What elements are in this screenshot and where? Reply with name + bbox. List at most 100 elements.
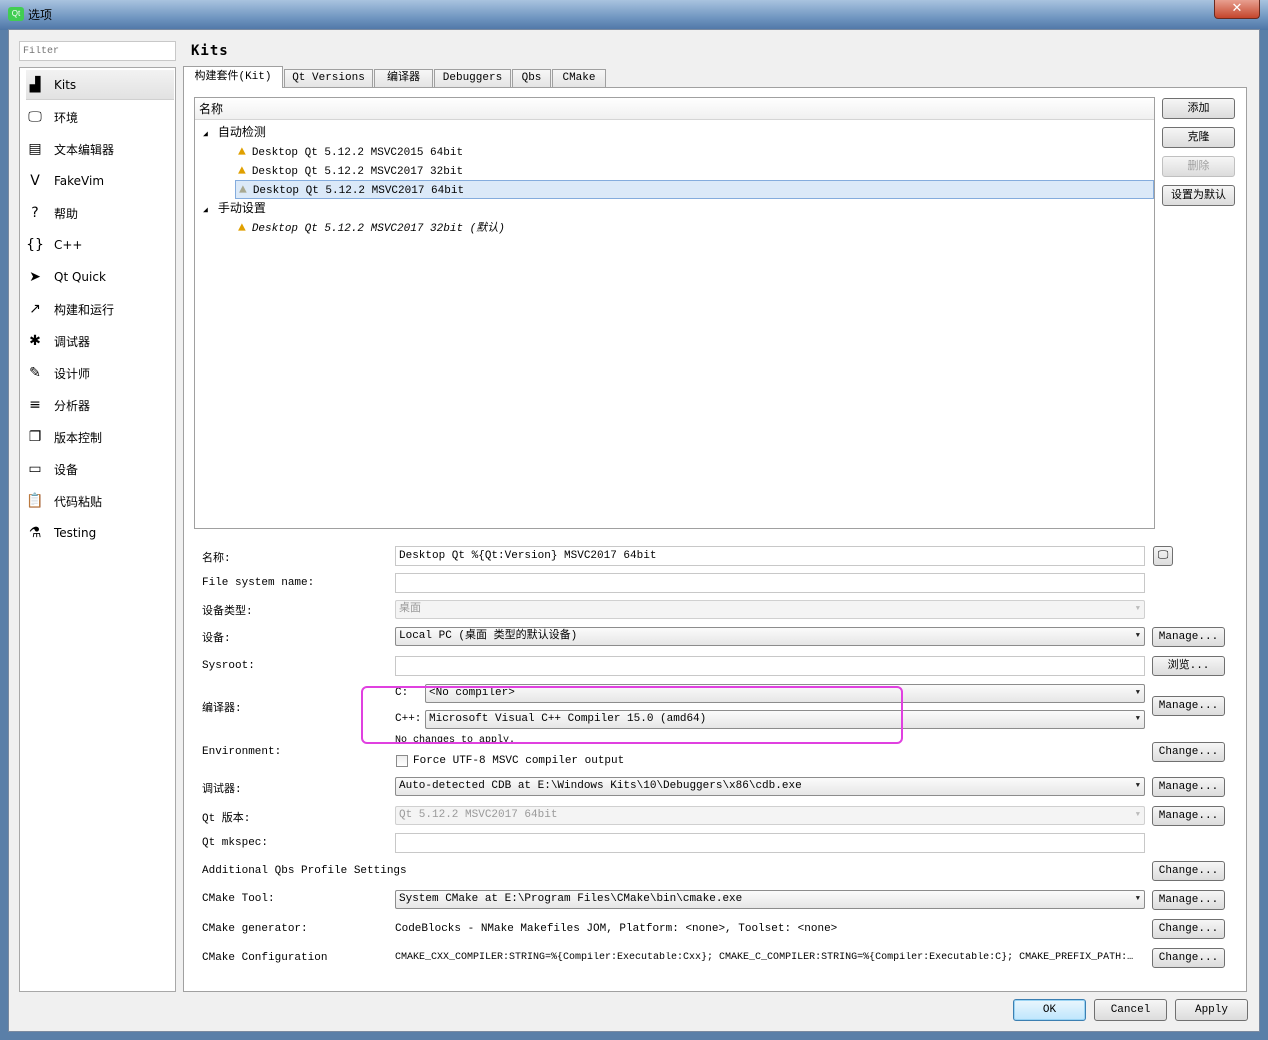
sidebar-item-14[interactable]: ⚗ Testing bbox=[26, 518, 174, 548]
hammer-icon: ↗ bbox=[29, 301, 41, 317]
compiler-label: 编译器: bbox=[202, 703, 242, 715]
close-button[interactable]: ✕ bbox=[1214, 0, 1260, 19]
help-icon: ? bbox=[31, 205, 39, 221]
group-label: 手动设置 bbox=[217, 201, 266, 215]
compiler-manage-button[interactable]: Manage... bbox=[1152, 696, 1225, 716]
sidebar-item-12[interactable]: ▭ 设备 bbox=[26, 454, 174, 484]
qbs-change-button[interactable]: Change... bbox=[1152, 861, 1225, 881]
fsname-label: File system name: bbox=[202, 577, 315, 589]
sidebar-item-3[interactable]: V FakeVim bbox=[26, 166, 174, 196]
set-default-button[interactable]: 设置为默认 bbox=[1162, 185, 1235, 206]
warning-icon: ▲ bbox=[238, 163, 246, 178]
kit-row[interactable]: ▲ Desktop Qt 5.12.2 MSVC2017 64bit bbox=[235, 180, 1154, 199]
environment-label: Environment: bbox=[202, 746, 282, 758]
mkspec-label: Qt mkspec: bbox=[202, 837, 269, 849]
filter-input[interactable] bbox=[19, 41, 176, 61]
cmake-config-label: CMake Configuration bbox=[202, 952, 328, 964]
environment-change-button[interactable]: Change... bbox=[1152, 742, 1225, 762]
group-label: 自动检测 bbox=[217, 125, 266, 139]
sidebar-item-6[interactable]: ➤ Qt Quick bbox=[26, 262, 174, 292]
sysroot-label: Sysroot: bbox=[202, 660, 255, 672]
sidebar-item-10[interactable]: ≡ 分析器 bbox=[26, 390, 174, 420]
tree-header[interactable]: 名称 bbox=[195, 98, 1154, 120]
sidebar-item-1[interactable]: 🖵 环境 bbox=[26, 102, 174, 132]
debugger-manage-button[interactable]: Manage... bbox=[1152, 777, 1225, 797]
page-title: Kits bbox=[191, 43, 229, 59]
kit-row[interactable]: ▲ Desktop Qt 5.12.2 MSVC2015 64bit bbox=[235, 142, 1154, 161]
collapse-arrow-icon[interactable]: ◢ bbox=[203, 130, 208, 139]
version-control-icon: ❐ bbox=[28, 429, 42, 445]
sidebar-item-2[interactable]: ▤ 文本编辑器 bbox=[26, 134, 174, 164]
monitor-icon: 🖵 bbox=[1157, 550, 1169, 562]
name-input[interactable]: Desktop Qt %{Qt:Version} MSVC2017 64bit bbox=[395, 546, 1145, 566]
sidebar-item-5[interactable]: {} C++ bbox=[26, 230, 174, 260]
tab-5[interactable]: CMake bbox=[552, 69, 606, 87]
sidebar-item-label: 版本控制 bbox=[54, 430, 103, 445]
sidebar-item-label: 代码粘贴 bbox=[54, 494, 103, 509]
monitor-icon: 🖵 bbox=[28, 109, 42, 125]
sidebar-item-4[interactable]: ? 帮助 bbox=[26, 198, 174, 228]
sidebar-item-9[interactable]: ✎ 设计师 bbox=[26, 358, 174, 388]
kits-tree: 名称 ◢ 自动检测 ▲ Desktop Qt 5.12.2 MSVC2015 64bi… bbox=[194, 97, 1155, 529]
sidebar-item-label: Kits bbox=[54, 77, 77, 92]
tab-2[interactable]: 编译器 bbox=[374, 69, 433, 87]
sidebar-item-label: C++ bbox=[54, 238, 83, 252]
tab-4[interactable]: Qbs bbox=[512, 69, 551, 87]
sidebar-item-8[interactable]: ✱ 调试器 bbox=[26, 326, 174, 356]
debugger-label: 调试器: bbox=[202, 784, 242, 796]
sidebar-item-label: 分析器 bbox=[54, 398, 91, 413]
kit-icon-button[interactable]: 🖵 bbox=[1153, 546, 1173, 566]
bug-icon: ✱ bbox=[29, 333, 41, 349]
sidebar-item-label: FakeVim bbox=[54, 174, 105, 188]
sidebar-item-label: 设备 bbox=[54, 462, 79, 477]
tree-group[interactable]: ◢ 手动设置 bbox=[195, 199, 266, 218]
tab-0[interactable]: 构建套件(Kit) bbox=[183, 66, 283, 88]
sidebar-item-label: 文本编辑器 bbox=[54, 142, 115, 157]
kit-row[interactable]: ▲ Desktop Qt 5.12.2 MSVC2017 32bit bbox=[235, 161, 1154, 180]
close-icon: ✕ bbox=[1231, 1, 1243, 16]
sidebar-item-label: 调试器 bbox=[54, 334, 91, 349]
qt-version-select[interactable]: Qt 5.12.2 MSVC2017 64bit bbox=[395, 806, 1145, 825]
qt-version-manage-button[interactable]: Manage... bbox=[1152, 806, 1225, 826]
fakevim-icon: V bbox=[30, 173, 40, 189]
tab-1[interactable]: Qt Versions bbox=[284, 69, 373, 87]
add-kit-button[interactable]: 添加 bbox=[1162, 98, 1235, 119]
sidebar-item-11[interactable]: ❐ 版本控制 bbox=[26, 422, 174, 452]
device-label: 设备: bbox=[202, 633, 231, 645]
sidebar-item-13[interactable]: 📋 代码粘贴 bbox=[26, 486, 174, 516]
tree-group[interactable]: ◢ 自动检测 bbox=[195, 123, 266, 142]
warning-icon: ▲ bbox=[239, 182, 247, 197]
braces-icon: {} bbox=[26, 237, 44, 253]
text-editor-icon: ▤ bbox=[28, 141, 42, 157]
sidebar-item-label: 帮助 bbox=[54, 206, 79, 221]
tab-3[interactable]: Debuggers bbox=[434, 69, 511, 87]
name-label: 名称: bbox=[202, 553, 231, 565]
sidebar-item-0[interactable]: ▟ Kits bbox=[26, 70, 174, 100]
cancel-button[interactable]: Cancel bbox=[1094, 999, 1167, 1021]
mkspec-input[interactable] bbox=[395, 833, 1145, 853]
analyzer-icon: ≡ bbox=[29, 397, 41, 413]
fsname-input[interactable] bbox=[395, 573, 1145, 593]
qt-logo-icon: Qt bbox=[8, 7, 24, 21]
sidebar-item-7[interactable]: ↗ 构建和运行 bbox=[26, 294, 174, 324]
device-manage-button[interactable]: Manage... bbox=[1152, 627, 1225, 647]
ok-button[interactable]: OK bbox=[1013, 999, 1086, 1021]
cmake-config-change-button[interactable]: Change... bbox=[1152, 948, 1225, 968]
qtquick-icon: ➤ bbox=[29, 269, 41, 285]
debugger-select[interactable]: Auto-detected CDB at E:\Windows Kits\10\… bbox=[395, 777, 1145, 796]
sysroot-browse-button[interactable]: 浏览... bbox=[1152, 656, 1225, 676]
clone-kit-button[interactable]: 克隆 bbox=[1162, 127, 1235, 148]
sidebar-item-label: Testing bbox=[54, 526, 97, 540]
force-utf8-checkbox[interactable] bbox=[396, 755, 408, 767]
device-type-select[interactable]: 桌面 bbox=[395, 600, 1145, 619]
sysroot-input[interactable] bbox=[395, 656, 1145, 676]
cmake-tool-select[interactable]: System CMake at E:\Program Files\CMake\b… bbox=[395, 890, 1145, 909]
kit-label: Desktop Qt 5.12.2 MSVC2017 64bit bbox=[252, 185, 465, 197]
kit-row[interactable]: ▲ Desktop Qt 5.12.2 MSVC2017 32bit (默认) bbox=[235, 218, 1154, 237]
remove-kit-button[interactable]: 删除 bbox=[1162, 156, 1235, 177]
device-select[interactable]: Local PC (桌面 类型的默认设备) bbox=[395, 627, 1145, 646]
apply-button[interactable]: Apply bbox=[1175, 999, 1248, 1021]
cmake-generator-change-button[interactable]: Change... bbox=[1152, 919, 1225, 939]
cmake-tool-manage-button[interactable]: Manage... bbox=[1152, 890, 1225, 910]
collapse-arrow-icon[interactable]: ◢ bbox=[203, 206, 208, 215]
